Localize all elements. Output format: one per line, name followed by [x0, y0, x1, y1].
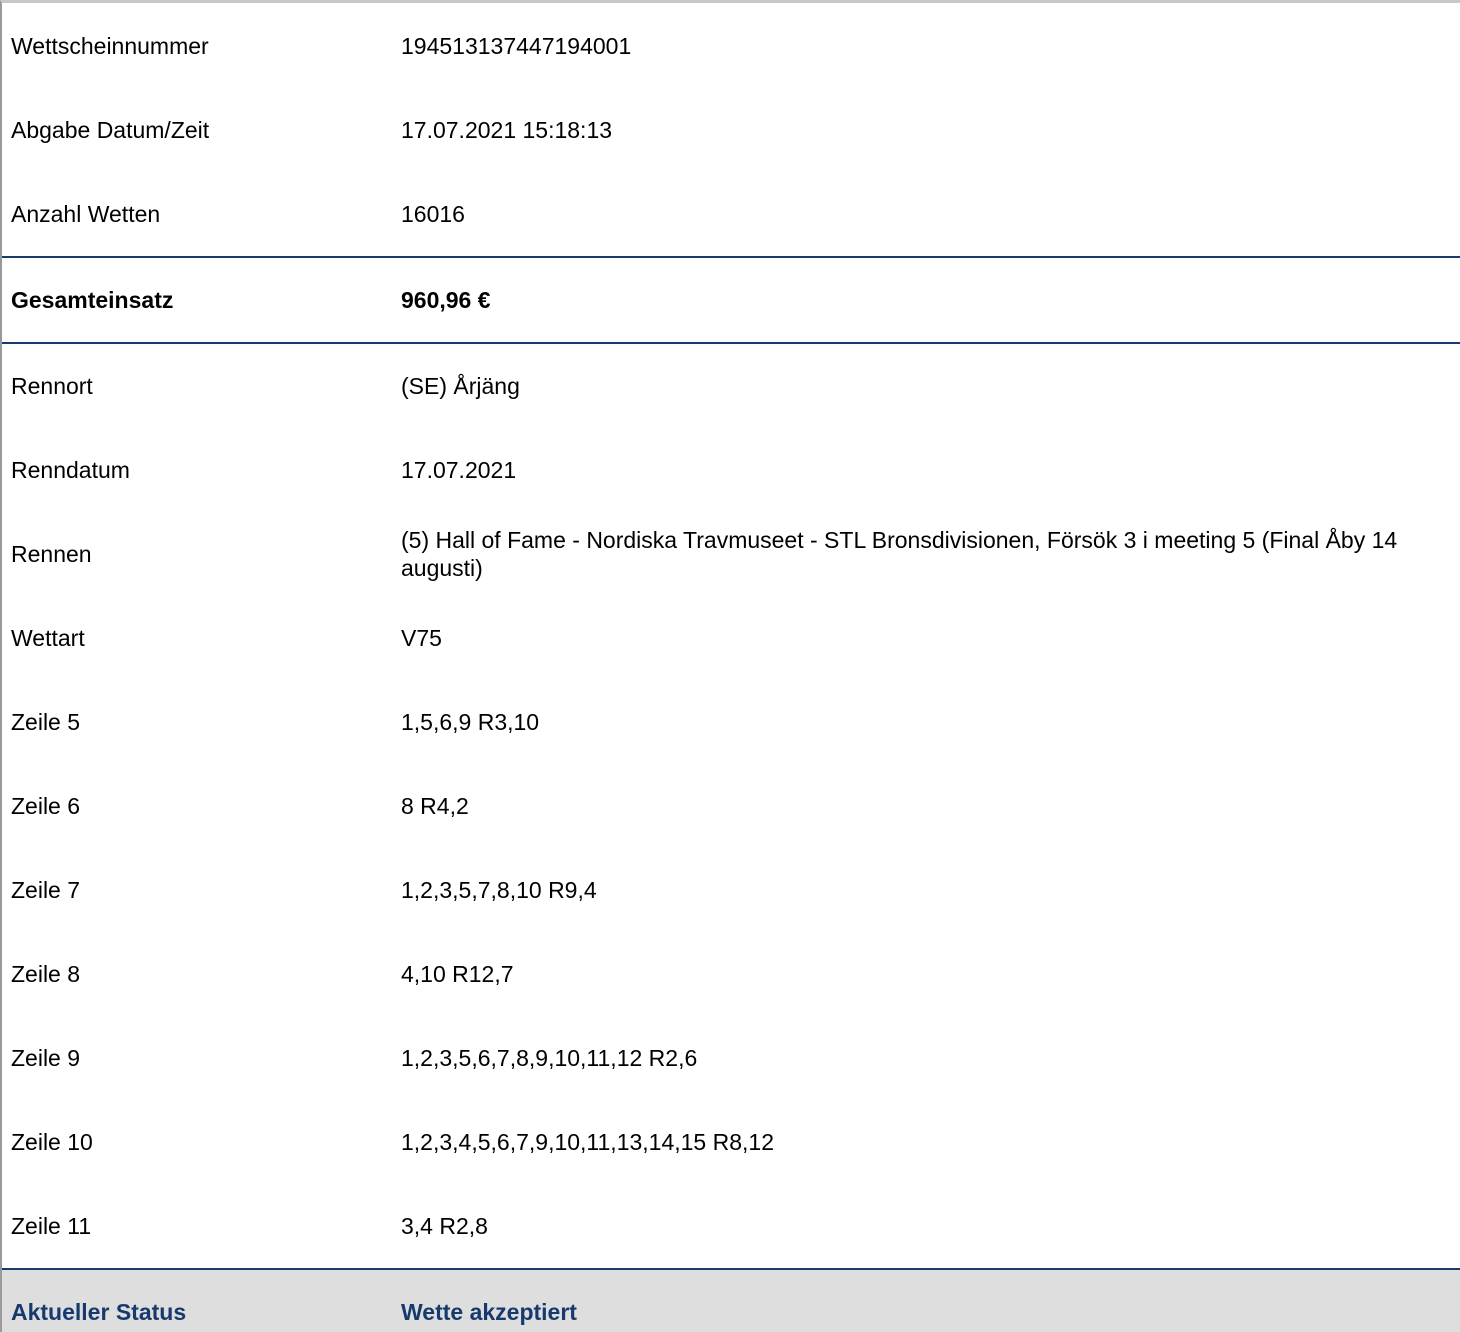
status-value: Wette akzeptiert [401, 1299, 577, 1325]
total-stake-row: Gesamteinsatz 960,96 € [2, 256, 1460, 344]
selection-line-value: 1,2,3,5,7,8,10 R9,4 [401, 877, 597, 903]
selection-line-row: Zeile 7 1,2,3,5,7,8,10 R9,4 [2, 848, 1460, 932]
submitted-label: Abgabe Datum/Zeit [11, 117, 210, 143]
selection-line-value: 8 R4,2 [401, 793, 469, 819]
selection-line-label: Zeile 10 [11, 1129, 93, 1155]
selection-line-row: Zeile 6 8 R4,2 [2, 764, 1460, 848]
selection-line-value: 4,10 R12,7 [401, 961, 514, 987]
bet-type-value: V75 [401, 625, 442, 651]
status-row: Aktueller Status Wette akzeptiert [2, 1268, 1460, 1332]
total-stake-value: 960,96 € [401, 287, 491, 313]
ticket-number-row: Wettscheinnummer 194513137447194001 [2, 3, 1460, 88]
selection-line-row: Zeile 5 1,5,6,9 R3,10 [2, 680, 1460, 764]
ticket-number-value: 194513137447194001 [401, 32, 632, 59]
status-label: Aktueller Status [11, 1299, 187, 1325]
race-date-label: Renndatum [11, 457, 130, 483]
total-stake-label: Gesamteinsatz [11, 287, 174, 313]
race-date-value: 17.07.2021 [401, 457, 517, 483]
selection-line-row: Zeile 11 3,4 R2,8 [2, 1184, 1460, 1268]
bet-count-value: 16016 [401, 201, 465, 227]
race-value: (5) Hall of Fame - Nordiska Travmuseet -… [401, 527, 1398, 581]
venue-row: Rennort (SE) Årjäng [2, 344, 1460, 428]
submitted-value: 17.07.2021 15:18:13 [401, 117, 613, 143]
ticket-number-label: Wettscheinnummer [11, 32, 209, 59]
selection-line-value: 1,2,3,4,5,6,7,9,10,11,13,14,15 R8,12 [401, 1129, 774, 1155]
selection-line-row: Zeile 9 1,2,3,5,6,7,8,9,10,11,12 R2,6 [2, 1016, 1460, 1100]
selection-line-label: Zeile 6 [11, 793, 81, 819]
bet-slip-details: Wettscheinnummer 194513137447194001 Abga… [0, 0, 1460, 1332]
venue-label: Rennort [11, 373, 93, 399]
race-label: Rennen [11, 541, 92, 567]
bet-type-row: Wettart V75 [2, 596, 1460, 680]
bet-type-label: Wettart [11, 625, 85, 651]
submitted-row: Abgabe Datum/Zeit 17.07.2021 15:18:13 [2, 88, 1460, 172]
race-date-row: Renndatum 17.07.2021 [2, 428, 1460, 512]
selection-line-row: Zeile 10 1,2,3,4,5,6,7,9,10,11,13,14,15 … [2, 1100, 1460, 1184]
bet-count-row: Anzahl Wetten 16016 [2, 172, 1460, 256]
selection-line-label: Zeile 11 [11, 1213, 92, 1239]
selection-line-value: 1,5,6,9 R3,10 [401, 709, 540, 735]
race-row: Rennen (5) Hall of Fame - Nordiska Travm… [2, 512, 1460, 596]
venue-value: (SE) Årjäng [401, 373, 520, 399]
selection-line-label: Zeile 5 [11, 709, 81, 735]
selection-line-label: Zeile 8 [11, 961, 81, 987]
selection-line-label: Zeile 9 [11, 1045, 81, 1071]
selection-line-value: 3,4 R2,8 [401, 1213, 488, 1239]
selection-line-row: Zeile 8 4,10 R12,7 [2, 932, 1460, 1016]
selection-line-value: 1,2,3,5,6,7,8,9,10,11,12 R2,6 [401, 1045, 698, 1071]
selection-line-label: Zeile 7 [11, 877, 81, 903]
bet-count-label: Anzahl Wetten [11, 201, 161, 227]
